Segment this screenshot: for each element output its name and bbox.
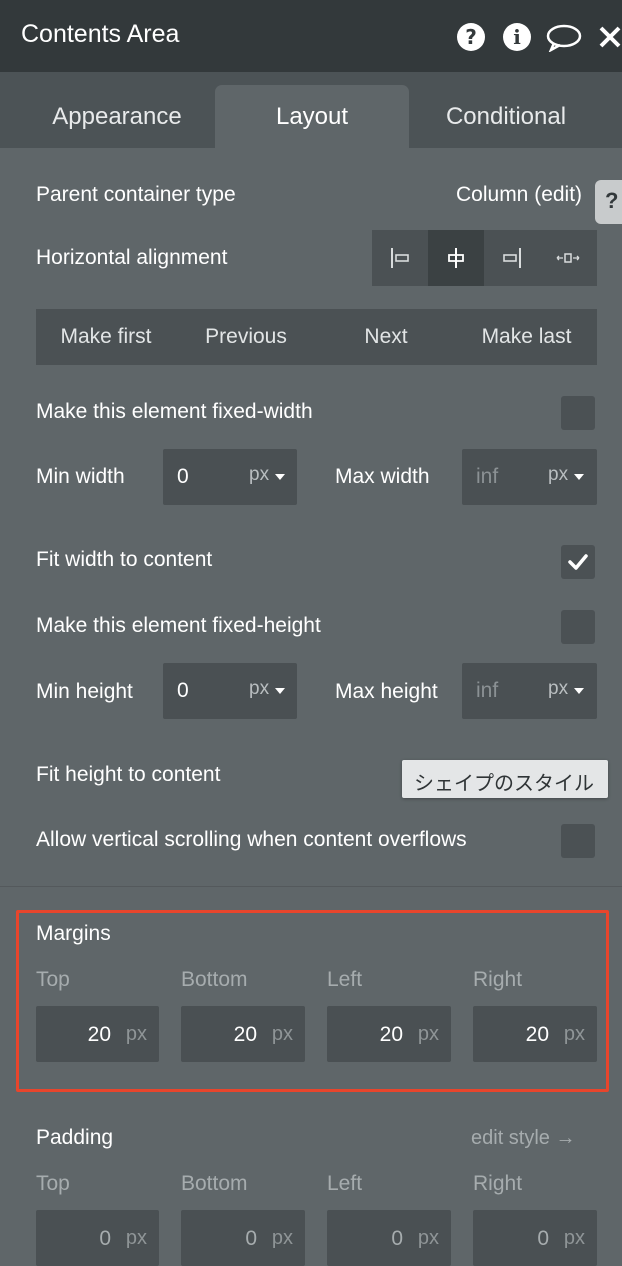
max-width-label: Max width [335,465,430,488]
tooltip: シェイプのスタイル [402,760,608,798]
chevron-down-icon [275,688,285,694]
padding-left-value: 0 [391,1227,403,1250]
margin-bottom-input[interactable]: 20 px [181,1006,305,1062]
tab-layout[interactable]: Layout [215,85,409,148]
chevron-down-icon [275,474,285,480]
margin-top-label: Top [36,968,70,991]
svg-text:?: ? [465,25,477,49]
fixed-height-checkbox[interactable] [561,610,595,644]
align-left-icon [391,248,409,268]
help-circle-icon[interactable]: ? [456,22,486,52]
margin-right-label: Right [473,968,523,991]
fit-width-label: Fit width to content [36,548,213,571]
margin-top-input[interactable]: 20 px [36,1006,159,1062]
previous-button[interactable]: Previous [176,309,316,365]
margin-left-input[interactable]: 20 px [327,1006,451,1062]
side-help-tab[interactable]: ? [595,180,622,224]
align-left-button[interactable] [372,230,428,286]
align-center-button[interactable] [428,230,484,286]
parent-container-value[interactable]: Column (edit) [456,183,582,207]
max-height-label: Max height [335,680,438,703]
padding-bottom-value: 0 [245,1227,257,1250]
chevron-down-icon [574,474,584,480]
parent-container-label: Parent container type [36,183,236,206]
padding-left-input[interactable]: 0 px [327,1210,451,1266]
max-width-input[interactable]: inf px [462,449,597,505]
make-first-button[interactable]: Make first [36,309,176,365]
comment-icon[interactable] [546,22,582,52]
max-height-input[interactable]: inf px [462,663,597,719]
tab-conditional[interactable]: Conditional [410,85,602,148]
svg-text:i: i [513,25,521,49]
next-button[interactable]: Next [316,309,456,365]
margin-top-value: 20 [87,1023,111,1046]
padding-left-label: Left [327,1172,363,1195]
padding-top-value: 0 [99,1227,111,1250]
min-height-input[interactable]: 0 px [163,663,297,719]
margin-left-value: 20 [379,1023,403,1046]
padding-top-input[interactable]: 0 px [36,1210,159,1266]
margin-bottom-value: 20 [233,1023,257,1046]
make-last-button[interactable]: Make last [456,309,597,365]
fixed-width-label: Make this element fixed-width [36,400,313,423]
checkmark-icon [568,554,588,570]
padding-right-value: 0 [537,1227,549,1250]
align-right-button[interactable] [484,230,540,286]
tab-bar: Appearance Layout Conditional [0,72,622,148]
min-height-label: Min height [36,680,133,703]
min-width-unit[interactable]: px [249,464,269,486]
align-center-icon [448,248,464,268]
padding-bottom-label: Bottom [181,1172,248,1195]
vertical-scroll-label: Allow vertical scrolling when content ov… [36,828,467,851]
chevron-down-icon [574,688,584,694]
horizontal-alignment-label: Horizontal alignment [36,246,228,269]
panel-header: Contents Area ? i [0,0,622,72]
margin-bottom-label: Bottom [181,968,248,991]
padding-left-unit: px [417,1227,439,1249]
edit-style-link[interactable]: edit style → [471,1127,575,1150]
padding-title: Padding [36,1126,114,1149]
padding-bottom-unit: px [271,1227,293,1249]
panel-title: Contents Area [21,20,180,48]
padding-bottom-input[interactable]: 0 px [181,1210,305,1266]
align-stretch-button[interactable] [540,230,597,286]
side-help-icon: ? [605,188,619,213]
max-height-placeholder: inf [476,679,499,702]
close-icon[interactable] [598,22,622,52]
min-width-label: Min width [36,465,125,488]
margin-top-unit: px [125,1023,147,1045]
fit-height-label: Fit height to content [36,763,221,786]
padding-top-unit: px [125,1227,147,1249]
section-divider [0,886,622,887]
min-height-unit[interactable]: px [249,678,269,700]
min-height-value: 0 [177,679,189,702]
margins-title: Margins [36,922,111,945]
max-width-unit[interactable]: px [548,464,568,486]
margin-left-label: Left [327,968,363,991]
align-stretch-icon [556,253,580,263]
info-circle-icon[interactable]: i [502,22,532,52]
margin-left-unit: px [417,1023,439,1045]
min-width-value: 0 [177,465,189,488]
max-width-placeholder: inf [476,465,499,488]
fixed-height-label: Make this element fixed-height [36,614,321,637]
min-width-input[interactable]: 0 px [163,449,297,505]
fixed-width-checkbox[interactable] [561,396,595,430]
tab-appearance[interactable]: Appearance [22,85,212,148]
alignment-button-group [372,230,597,286]
margin-right-unit: px [563,1023,585,1045]
padding-right-unit: px [563,1227,585,1249]
align-right-icon [503,248,521,268]
vertical-scroll-checkbox[interactable] [561,824,595,858]
max-height-unit[interactable]: px [548,678,568,700]
fit-width-checkbox[interactable] [561,545,595,579]
margin-bottom-unit: px [271,1023,293,1045]
padding-right-label: Right [473,1172,523,1195]
margin-right-value: 20 [525,1023,549,1046]
padding-right-input[interactable]: 0 px [473,1210,597,1266]
order-button-group: Make first Previous Next Make last [36,309,597,365]
tooltip-text: シェイプのスタイル [414,773,594,795]
padding-top-label: Top [36,1172,70,1195]
margin-right-input[interactable]: 20 px [473,1006,597,1062]
